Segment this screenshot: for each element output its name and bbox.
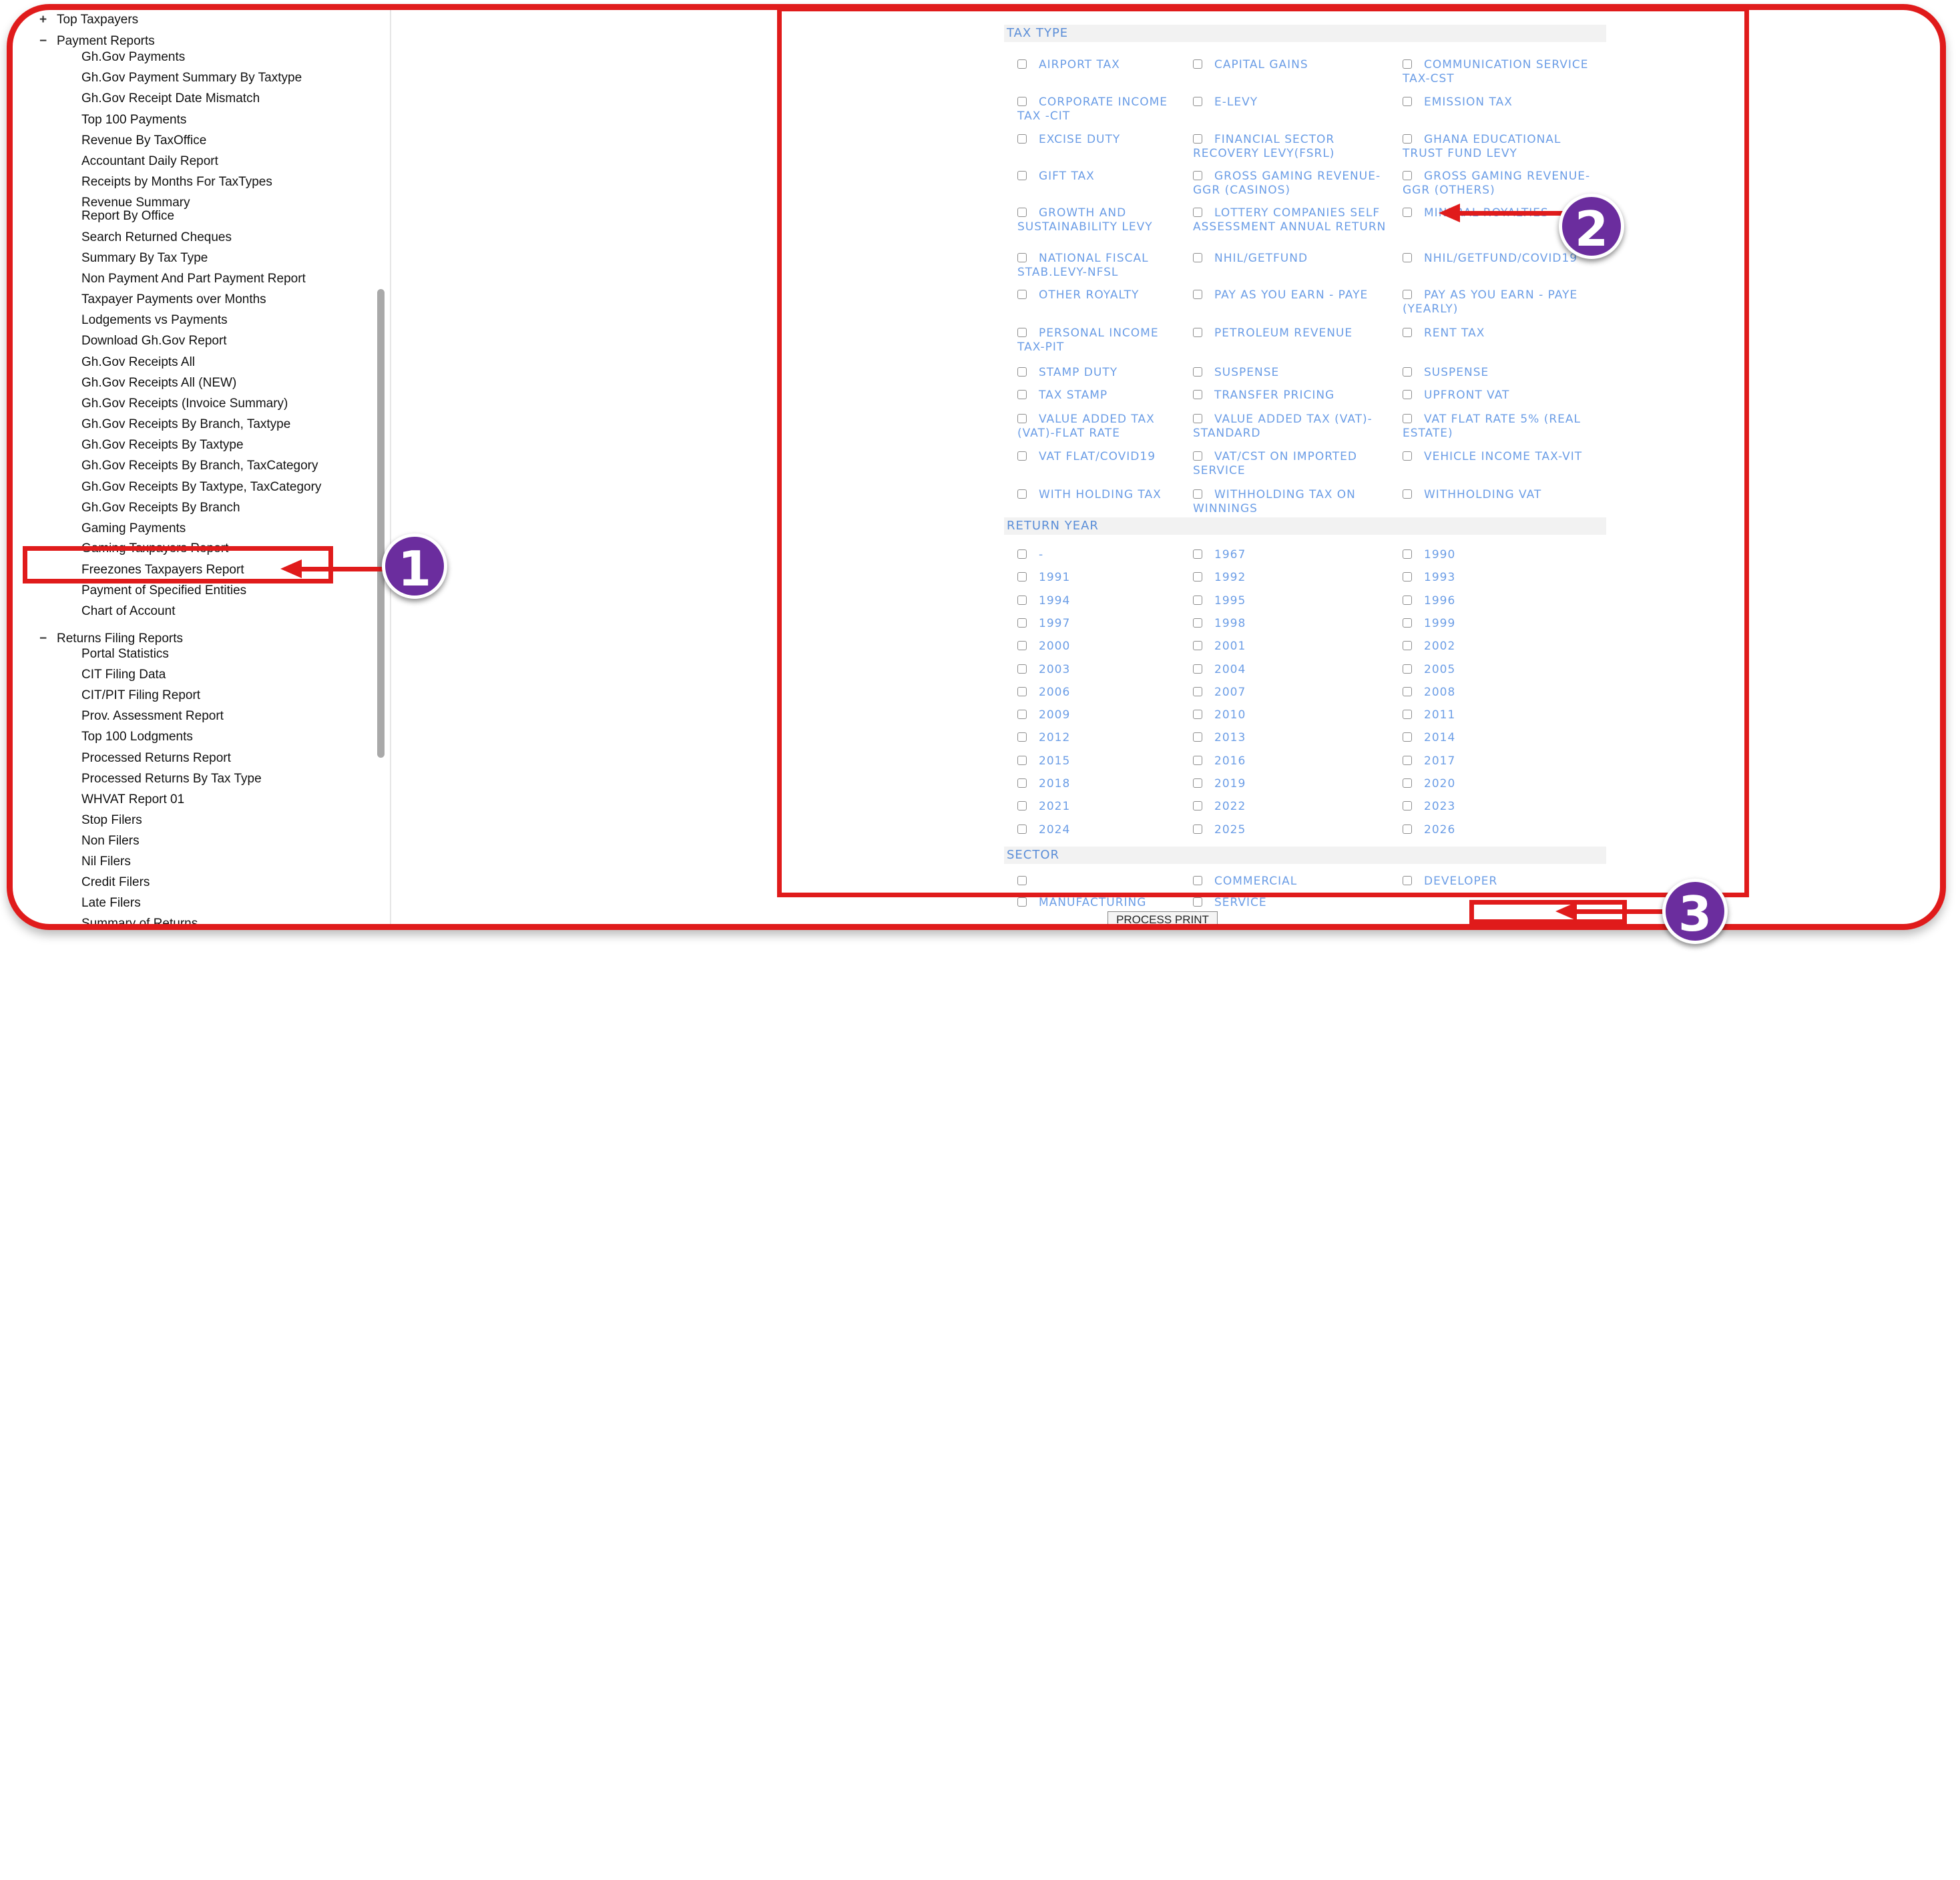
- arrow-2-shaft: [1459, 211, 1565, 216]
- tree-group-label: Payment Reports: [57, 34, 155, 48]
- arrow-2-head: [1439, 204, 1460, 222]
- sidebar-report-link[interactable]: Gh.Gov Receipt Date Mismatch: [81, 91, 260, 105]
- sidebar-report-link[interactable]: Search Returned Cheques: [81, 230, 232, 244]
- highlight-filter-form: [777, 7, 1749, 897]
- arrow-1-shaft: [300, 567, 394, 571]
- report-sidebar: + Top Taxpayers − Payment Reports − Returns F…: [13, 10, 391, 924]
- sidebar-report-link[interactable]: CIT/PIT Filing Report: [81, 688, 200, 702]
- tree-group-header[interactable]: + Top Taxpayers: [39, 13, 138, 27]
- callout-badge-3: 3: [1662, 879, 1728, 944]
- tree-toggle-icon[interactable]: −: [39, 34, 57, 49]
- sidebar-report-link[interactable]: Processed Returns By Tax Type: [81, 772, 262, 786]
- sidebar-report-link[interactable]: Gh.Gov Payments: [81, 50, 185, 64]
- sidebar-report-link[interactable]: Portal Statistics: [81, 647, 169, 661]
- sidebar-report-link[interactable]: Chart of Account: [81, 604, 175, 618]
- sidebar-report-link[interactable]: Gh.Gov Payment Summary By Taxtype: [81, 71, 302, 85]
- sector-option[interactable]: SERVICE: [1193, 896, 1387, 910]
- sidebar-report-link[interactable]: Gh.Gov Receipts By Taxtype, TaxCategory: [81, 480, 321, 494]
- sidebar-report-link[interactable]: Gh.Gov Receipts By Branch, TaxCategory: [81, 459, 318, 473]
- sidebar-report-link[interactable]: Gh.Gov Receipts By Branch: [81, 501, 240, 515]
- sidebar-report-link[interactable]: Gh.Gov Receipts All (NEW): [81, 376, 236, 390]
- sidebar-report-link[interactable]: WHVAT Report 01: [81, 792, 184, 806]
- option-label: MANUFACTURING: [1039, 896, 1147, 909]
- sidebar-scrollbar[interactable]: [377, 289, 385, 758]
- sidebar-report-link[interactable]: Non Payment And Part Payment Report: [81, 272, 306, 286]
- sidebar-report-link[interactable]: Gaming Payments: [81, 521, 186, 535]
- tree-group-header[interactable]: − Returns Filing Reports: [39, 632, 183, 646]
- option-label: SERVICE: [1214, 896, 1267, 909]
- tree-toggle-icon[interactable]: +: [39, 13, 57, 27]
- sidebar-report-link[interactable]: Stop Filers: [81, 813, 142, 827]
- sidebar-report-link[interactable]: Top 100 Payments: [81, 113, 186, 127]
- sidebar-report-link[interactable]: Credit Filers: [81, 875, 150, 889]
- sidebar-report-link[interactable]: Gh.Gov Receipts By Taxtype: [81, 438, 244, 452]
- sidebar-report-link[interactable]: Lodgements vs Payments: [81, 313, 228, 327]
- sidebar-report-link[interactable]: Payment of Specified Entities: [81, 583, 246, 598]
- sidebar-report-link[interactable]: Revenue Summary: [81, 196, 190, 210]
- option-checkbox[interactable]: [1017, 897, 1027, 907]
- sidebar-report-link[interactable]: CIT Filing Data: [81, 668, 166, 682]
- option-checkbox[interactable]: [1193, 897, 1202, 907]
- sidebar-report-link[interactable]: Prov. Assessment Report: [81, 709, 224, 723]
- sidebar-report-link[interactable]: Taxpayer Payments over Months: [81, 292, 266, 306]
- sidebar-report-link[interactable]: Processed Returns Report: [81, 751, 231, 765]
- sidebar-report-link[interactable]: Gh.Gov Receipts All: [81, 355, 195, 369]
- tree-group-label: Top Taxpayers: [57, 13, 139, 27]
- sidebar-report-link[interactable]: Top 100 Lodgments: [81, 730, 193, 744]
- callout-badge-1: 1: [382, 533, 447, 599]
- sidebar-report-link[interactable]: Nil Filers: [81, 855, 131, 869]
- sidebar-report-link[interactable]: Accountant Daily Report: [81, 154, 218, 168]
- sidebar-report-link[interactable]: Report By Office: [81, 209, 174, 223]
- arrow-1-head: [280, 559, 302, 578]
- sidebar-report-link[interactable]: Summary By Tax Type: [81, 251, 208, 265]
- sidebar-report-link[interactable]: Revenue By TaxOffice: [81, 134, 206, 148]
- tree-group-header[interactable]: − Payment Reports: [39, 34, 155, 49]
- callout-badge-2: 2: [1559, 194, 1624, 259]
- arrow-3-head: [1555, 902, 1577, 921]
- sidebar-report-link[interactable]: Gh.Gov Receipts By Branch, Taxtype: [81, 417, 290, 431]
- tree-group-label: Returns Filing Reports: [57, 632, 184, 646]
- frame-reflection: +Top Taxpayers−Payment Reports−Returns F…: [7, 935, 1946, 1215]
- sector-option[interactable]: MANUFACTURING: [1017, 896, 1178, 910]
- sidebar-report-link[interactable]: Receipts by Months For TaxTypes: [81, 175, 272, 189]
- sidebar-report-link[interactable]: Late Filers: [81, 896, 141, 910]
- tree-toggle-icon[interactable]: −: [39, 632, 57, 646]
- sidebar-report-link[interactable]: Gh.Gov Receipts (Invoice Summary): [81, 397, 288, 411]
- sidebar-report-link[interactable]: Non Filers: [81, 834, 140, 848]
- process-print-button[interactable]: PROCESS PRINT: [1108, 911, 1218, 924]
- sidebar-report-link[interactable]: Download Gh.Gov Report: [81, 334, 227, 348]
- sidebar-report-link[interactable]: Summary of Returns: [81, 917, 198, 924]
- arrow-3-shaft: [1575, 909, 1669, 914]
